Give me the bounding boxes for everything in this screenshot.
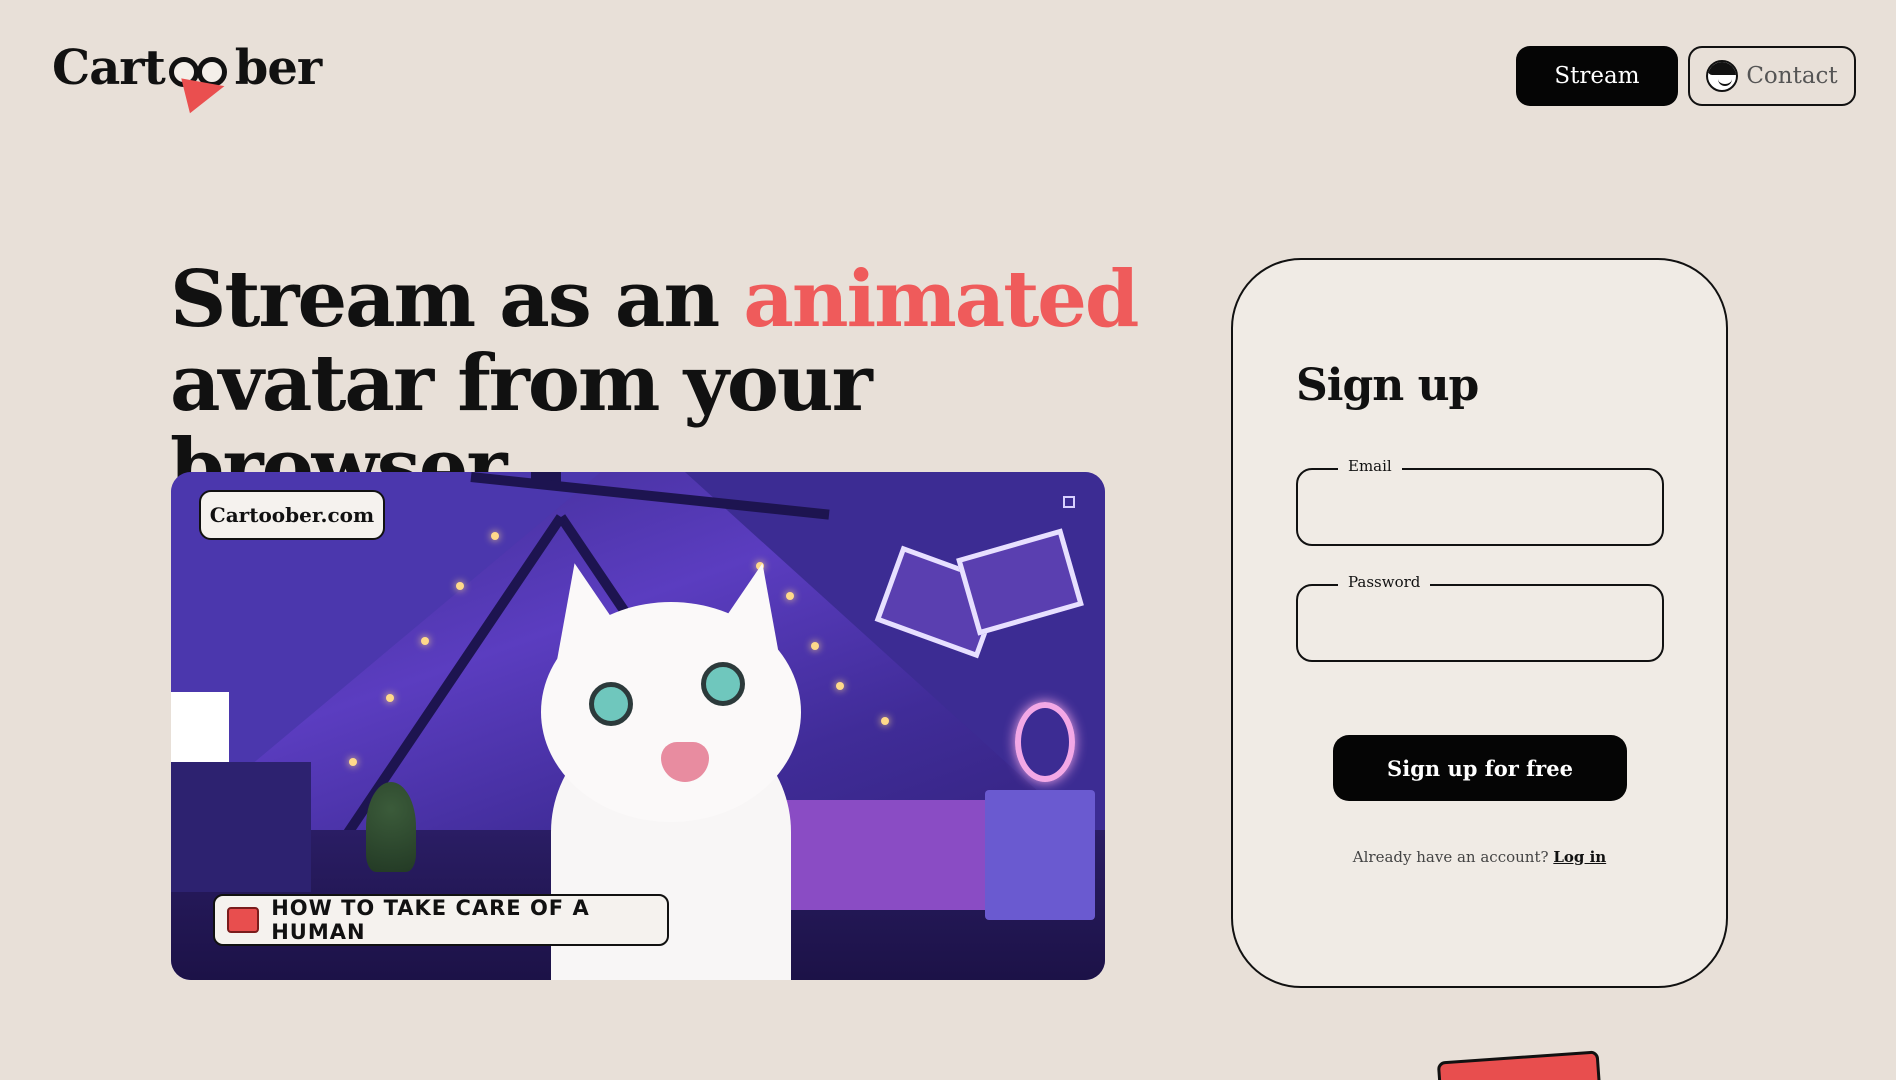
plant bbox=[366, 782, 416, 872]
fairy-light bbox=[386, 694, 394, 702]
nightstand bbox=[985, 790, 1095, 920]
site-badge: Cartoober.com bbox=[199, 490, 385, 540]
headline-part1: Stream as an bbox=[170, 254, 744, 345]
decorative-red-tab bbox=[1436, 1050, 1602, 1080]
video-caption: HOW TO TAKE CARE OF A HUMAN bbox=[213, 894, 669, 946]
password-label: Password bbox=[1338, 573, 1431, 591]
headline-accent: animated bbox=[743, 254, 1139, 345]
stream-button[interactable]: Stream bbox=[1516, 46, 1678, 106]
signup-card: Sign up Email Password Sign up for free … bbox=[1231, 258, 1728, 988]
ticket-icon bbox=[227, 907, 260, 933]
logo-text-end: ber bbox=[234, 40, 322, 96]
fairy-light bbox=[456, 582, 464, 590]
login-prompt-text: Already have an account? bbox=[1352, 848, 1549, 866]
fairy-light bbox=[491, 532, 499, 540]
login-link[interactable]: Log in bbox=[1553, 848, 1606, 866]
desk bbox=[171, 762, 311, 892]
fairy-light bbox=[349, 758, 357, 766]
fairy-light bbox=[811, 642, 819, 650]
easel bbox=[171, 692, 229, 772]
email-field[interactable] bbox=[1298, 470, 1662, 544]
email-label: Email bbox=[1338, 457, 1402, 475]
fairy-light bbox=[881, 717, 889, 725]
avatar-video-preview[interactable]: Cartoober.com HOW TO TAKE CARE OF A HUMA… bbox=[171, 472, 1105, 980]
mirror bbox=[1015, 702, 1075, 782]
signup-title: Sign up bbox=[1296, 360, 1479, 411]
fairy-light bbox=[836, 682, 844, 690]
contact-label: Contact bbox=[1746, 63, 1838, 89]
fairy-light bbox=[421, 637, 429, 645]
password-field[interactable] bbox=[1298, 586, 1662, 660]
signup-button[interactable]: Sign up for free bbox=[1333, 735, 1627, 801]
login-prompt: Already have an account? Log in bbox=[1233, 848, 1726, 866]
logo[interactable]: Cart ber bbox=[52, 40, 322, 114]
logo-eyes-play-icon bbox=[167, 43, 233, 114]
email-field-wrapper: Email bbox=[1296, 457, 1664, 546]
caption-text: HOW TO TAKE CARE OF A HUMAN bbox=[271, 896, 590, 944]
logo-text-start: Cart bbox=[52, 40, 166, 96]
contact-button[interactable]: Contact bbox=[1688, 46, 1856, 106]
password-field-wrapper: Password bbox=[1296, 573, 1664, 662]
expand-icon[interactable] bbox=[1063, 496, 1075, 508]
avatar-face-icon bbox=[1706, 60, 1739, 92]
top-nav: Stream Contact bbox=[1516, 46, 1856, 106]
